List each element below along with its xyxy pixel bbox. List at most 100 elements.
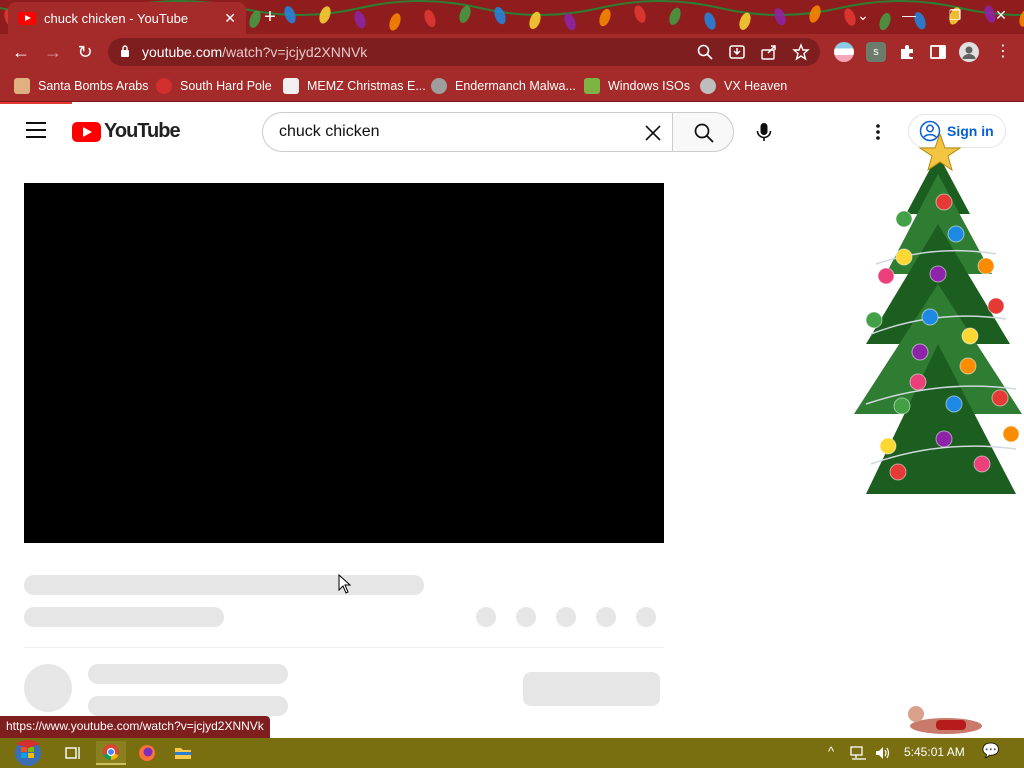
- light-bulb: [424, 9, 436, 28]
- search-icon: [694, 123, 714, 143]
- forward-button[interactable]: →: [40, 40, 66, 64]
- tree-ornament: [947, 225, 965, 243]
- santa-icon: [14, 78, 30, 94]
- title-skeleton: [24, 575, 424, 595]
- light-bulb: [494, 6, 506, 25]
- subscribe-skeleton: [523, 672, 660, 706]
- clear-search-icon[interactable]: [642, 122, 664, 144]
- tree-ornament: [895, 210, 913, 228]
- light-bulb: [354, 11, 366, 29]
- browser-menu-icon[interactable]: ⋮: [990, 40, 1016, 64]
- tree-ornament: [959, 357, 977, 375]
- tree-ornament: [877, 267, 895, 285]
- action-center-icon[interactable]: 💬: [982, 742, 999, 759]
- tree-ornament: [935, 193, 953, 211]
- action-skeleton: [516, 607, 536, 627]
- crawling-figure-decoration: [908, 706, 982, 734]
- address-bar[interactable]: youtube.com/watch?v=jcjyd2XNNVk: [108, 38, 820, 66]
- tree-ornament: [893, 397, 911, 415]
- screen: chuck chicken - YouTube ✕ + ⌄ — ❐ ✕ ← → …: [0, 0, 1024, 768]
- bookmark-item[interactable]: Windows ISOs: [584, 76, 690, 96]
- youtube-page: YouTube chuck chicken Sign in: [0, 104, 1024, 738]
- taskbar-chrome[interactable]: [96, 741, 126, 765]
- mouse-cursor: [338, 574, 352, 594]
- tree-ornament: [991, 389, 1009, 407]
- tree-ornament: [895, 248, 913, 266]
- tab-youtube[interactable]: chuck chicken - YouTube ✕: [8, 2, 246, 34]
- bookmark-item[interactable]: Endermanch Malwa...: [431, 76, 576, 96]
- extension-s-icon[interactable]: s: [866, 42, 886, 62]
- lock-icon: [121, 45, 129, 57]
- youtube-favicon-icon: [18, 11, 36, 25]
- reload-button[interactable]: ↻: [72, 40, 98, 64]
- link-status-bar: https://www.youtube.com/watch?v=jcjyd2XN…: [0, 716, 270, 738]
- bookmark-item[interactable]: South Hard Pole: [156, 76, 272, 96]
- browser-toolbar: ← → ↻ youtube.com/watch?v=jcjyd2XNNVk s …: [0, 34, 1024, 70]
- light-bulb: [669, 7, 681, 25]
- minimize-button[interactable]: —: [886, 0, 932, 30]
- guide-menu-icon[interactable]: [26, 122, 46, 138]
- tray-overflow-icon[interactable]: ^: [828, 744, 834, 759]
- chrome-icon: [103, 744, 119, 761]
- profile-avatar-icon[interactable]: [959, 42, 979, 62]
- tree-ornament: [865, 311, 883, 329]
- youtube-logo[interactable]: YouTube: [72, 120, 181, 143]
- install-app-icon[interactable]: [728, 43, 746, 61]
- light-bulb: [599, 8, 611, 27]
- tree-ornament: [911, 343, 929, 361]
- taskbar-clock[interactable]: 5:45:01 AM: [904, 745, 965, 759]
- channel-skeleton: [88, 696, 288, 716]
- side-panel-icon[interactable]: [928, 42, 948, 62]
- taskbar-firefox[interactable]: [132, 741, 162, 765]
- tree-ornament: [973, 455, 991, 473]
- bookmark-item[interactable]: MEMZ Christmas E...: [283, 76, 426, 96]
- close-window-button[interactable]: ✕: [978, 0, 1024, 30]
- search-query: chuck chicken: [279, 123, 380, 140]
- address-url: youtube.com/watch?v=jcjyd2XNNVk: [142, 44, 367, 60]
- action-skeleton: [636, 607, 656, 627]
- tree-ornament: [921, 308, 939, 326]
- zoom-icon[interactable]: [696, 43, 714, 61]
- search-input[interactable]: chuck chicken: [262, 112, 672, 152]
- back-button[interactable]: ←: [8, 40, 34, 64]
- network-icon[interactable]: [850, 745, 868, 761]
- light-bulb: [774, 8, 786, 26]
- tab-search-button[interactable]: ⌄: [840, 0, 886, 30]
- meta-skeleton: [24, 607, 224, 627]
- tab-title: chuck chicken - YouTube: [44, 10, 189, 26]
- taskbar-file-explorer[interactable]: [168, 741, 198, 765]
- start-button-icon[interactable]: [8, 738, 48, 768]
- extension-flag-icon[interactable]: [834, 42, 854, 62]
- task-view-button[interactable]: [58, 741, 88, 765]
- folder-icon: [175, 748, 191, 759]
- new-tab-button[interactable]: +: [258, 6, 282, 28]
- bookmark-label: Santa Bombs Arabs: [38, 79, 149, 93]
- gnome-icon: [584, 78, 600, 94]
- bookmark-star-icon[interactable]: [792, 43, 810, 61]
- tree-ornament: [879, 437, 897, 455]
- vx-icon: [700, 78, 716, 94]
- volume-icon[interactable]: [874, 745, 892, 761]
- bookmark-item[interactable]: Santa Bombs Arabs: [14, 76, 148, 96]
- bookmark-label: VX Heaven: [724, 79, 788, 93]
- extensions-puzzle-icon[interactable]: [897, 42, 917, 62]
- video-player[interactable]: [24, 183, 664, 543]
- bookmark-item[interactable]: VX Heaven: [700, 76, 787, 96]
- share-icon[interactable]: [760, 43, 778, 61]
- search-button[interactable]: [672, 112, 734, 152]
- microphone-icon[interactable]: [748, 116, 780, 148]
- firefox-icon: [139, 745, 155, 761]
- url-path: /watch?v=jcjyd2XNNVk: [222, 44, 368, 60]
- task-view-icon: [65, 747, 80, 759]
- snowflake-icon: [156, 78, 172, 94]
- tree-ornament: [929, 265, 947, 283]
- tree-ornament: [1002, 425, 1020, 443]
- windows-taskbar: ^ 5:45:01 AM 💬: [0, 738, 1024, 768]
- bookmark-label: MEMZ Christmas E...: [307, 79, 426, 93]
- restore-button[interactable]: ❐: [932, 0, 978, 30]
- bookmark-label: South Hard Pole: [180, 79, 272, 93]
- tab-close-icon[interactable]: ✕: [224, 10, 236, 27]
- tree-ornament: [987, 297, 1005, 315]
- browser-titlebar: chuck chicken - YouTube ✕ + ⌄ — ❐ ✕: [0, 0, 1024, 34]
- christmas-tree-overlay: [854, 134, 1022, 494]
